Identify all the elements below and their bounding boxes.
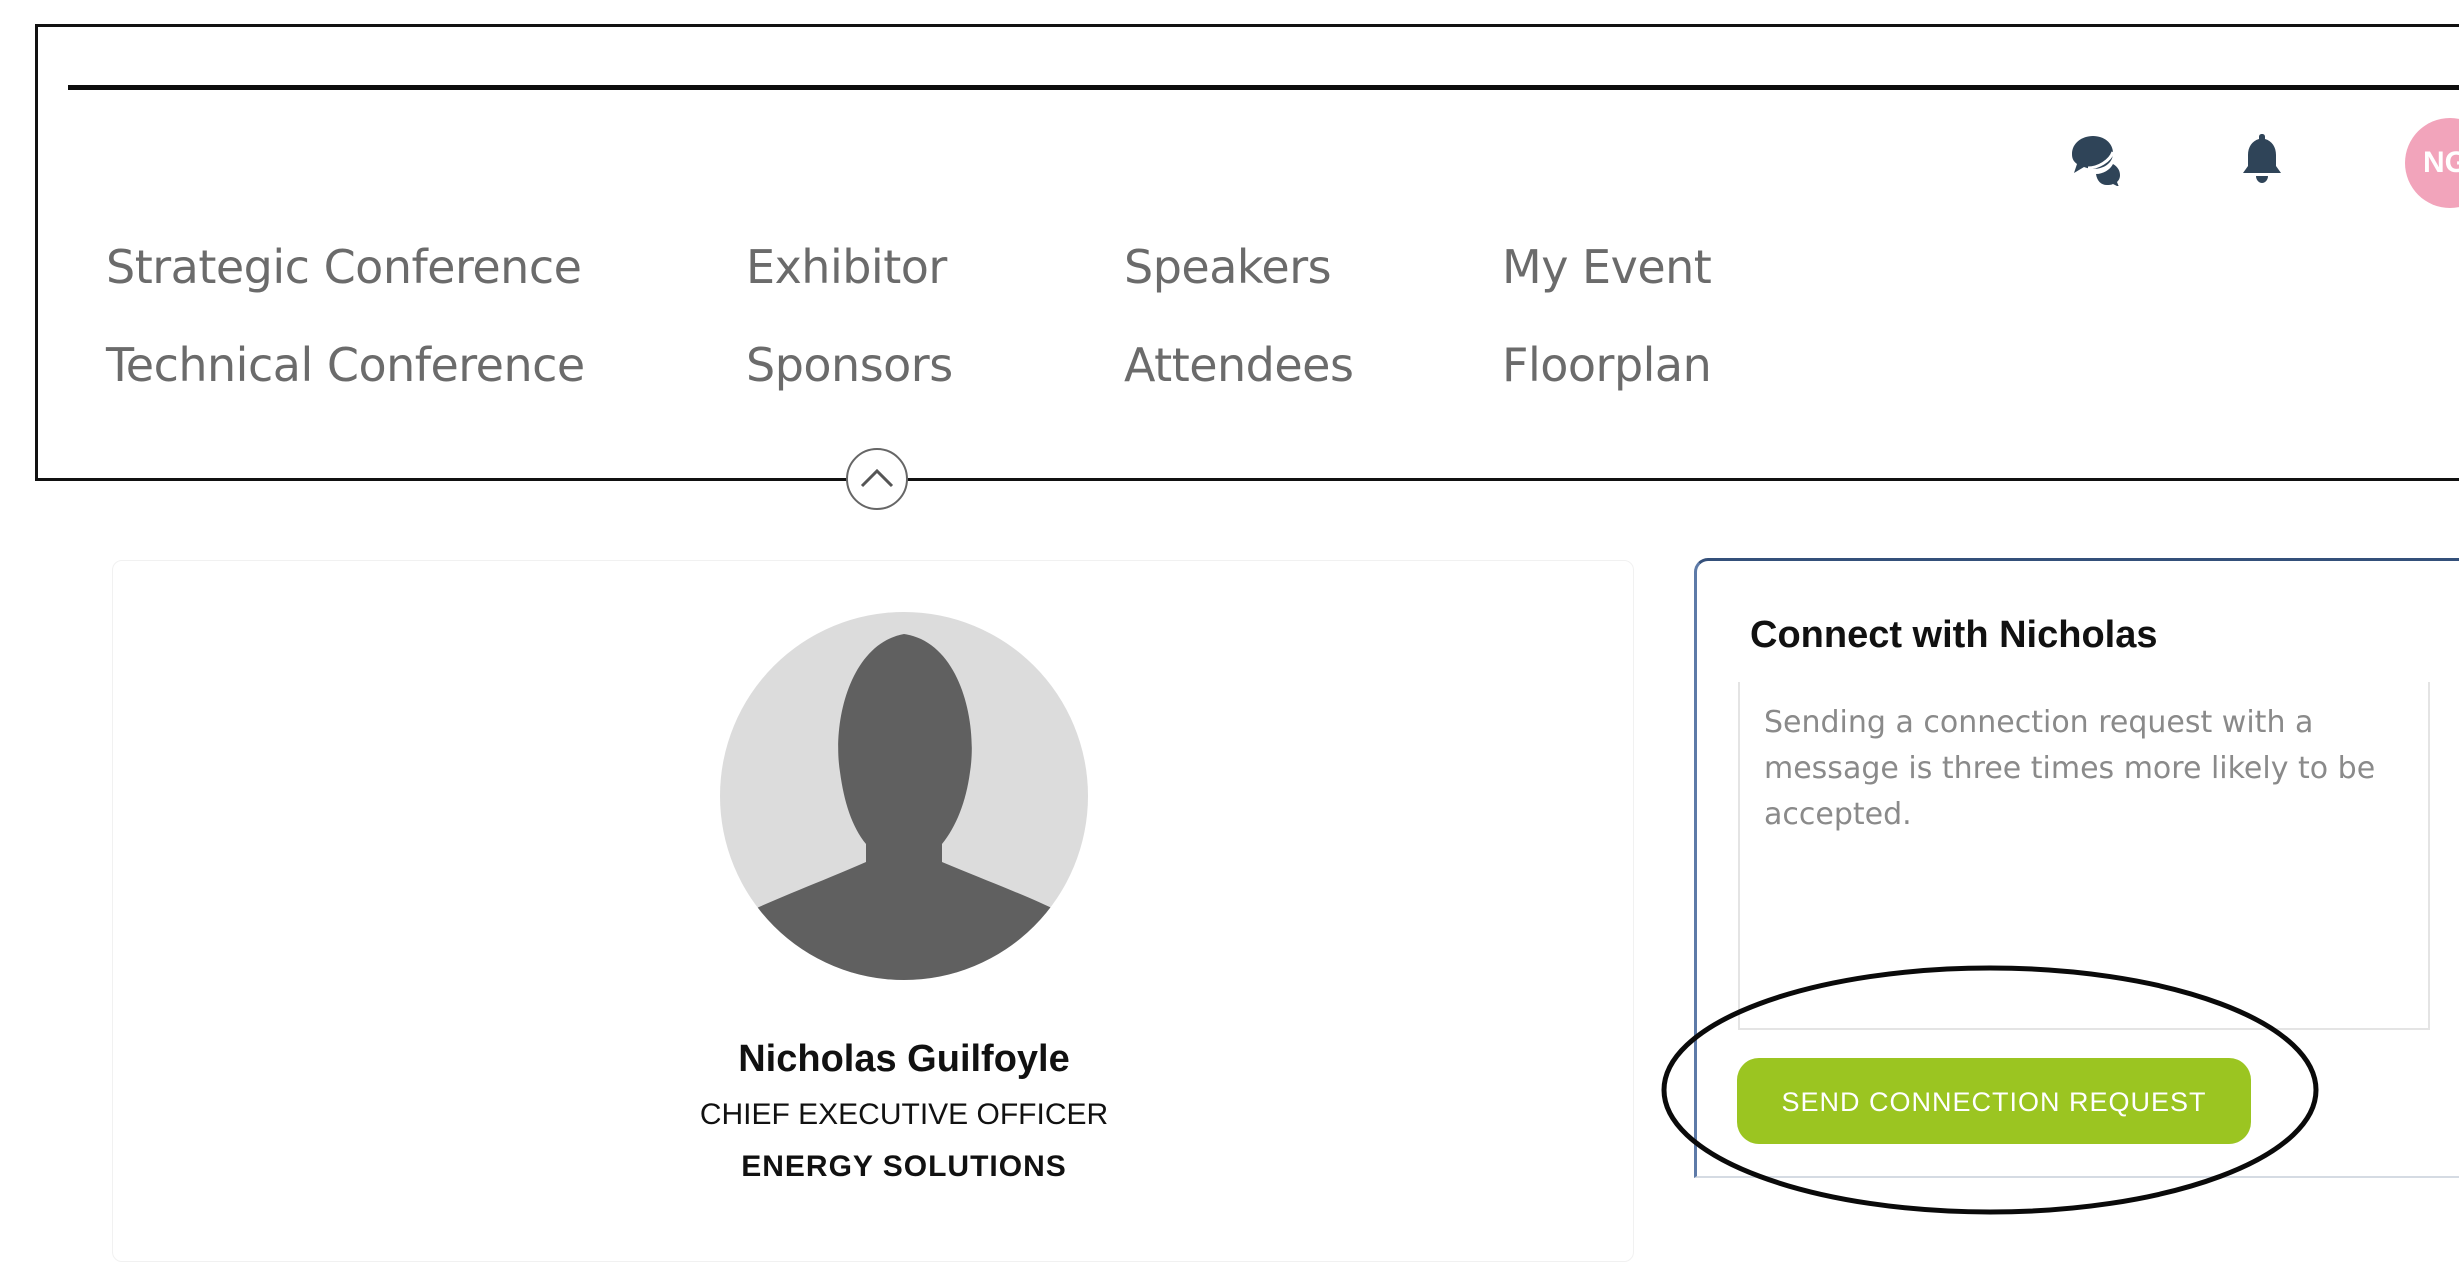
collapse-menu-button[interactable] bbox=[846, 448, 908, 510]
profile-job-title: CHIEF EXECUTIVE OFFICER bbox=[699, 1098, 1109, 1131]
profile-name: Nicholas Guilfoyle bbox=[738, 1038, 1070, 1080]
chevron-up-icon bbox=[860, 468, 894, 488]
profile-avatar bbox=[720, 612, 1088, 980]
profile-company: ENERGY SOLUTIONS bbox=[741, 1150, 1067, 1183]
nav-technical-conference[interactable]: Technical Conference bbox=[106, 338, 585, 392]
chat-icon[interactable] bbox=[2066, 130, 2122, 186]
nav-floorplan[interactable]: Floorplan bbox=[1502, 338, 1712, 392]
bell-icon[interactable] bbox=[2234, 130, 2290, 186]
send-connection-request-button[interactable]: SEND CONNECTION REQUEST bbox=[1737, 1058, 2251, 1144]
connect-heading: Connect with Nicholas bbox=[1750, 614, 2158, 656]
header-divider bbox=[68, 85, 2459, 90]
nav-strategic-conference[interactable]: Strategic Conference bbox=[106, 240, 582, 294]
nav-my-event[interactable]: My Event bbox=[1502, 240, 1712, 294]
nav-attendees[interactable]: Attendees bbox=[1124, 338, 1354, 392]
connection-message-input[interactable]: Sending a connection request with a mess… bbox=[1738, 682, 2430, 1030]
nav-exhibitor[interactable]: Exhibitor bbox=[746, 240, 947, 294]
nav-speakers[interactable]: Speakers bbox=[1124, 240, 1332, 294]
nav-sponsors[interactable]: Sponsors bbox=[746, 338, 953, 392]
